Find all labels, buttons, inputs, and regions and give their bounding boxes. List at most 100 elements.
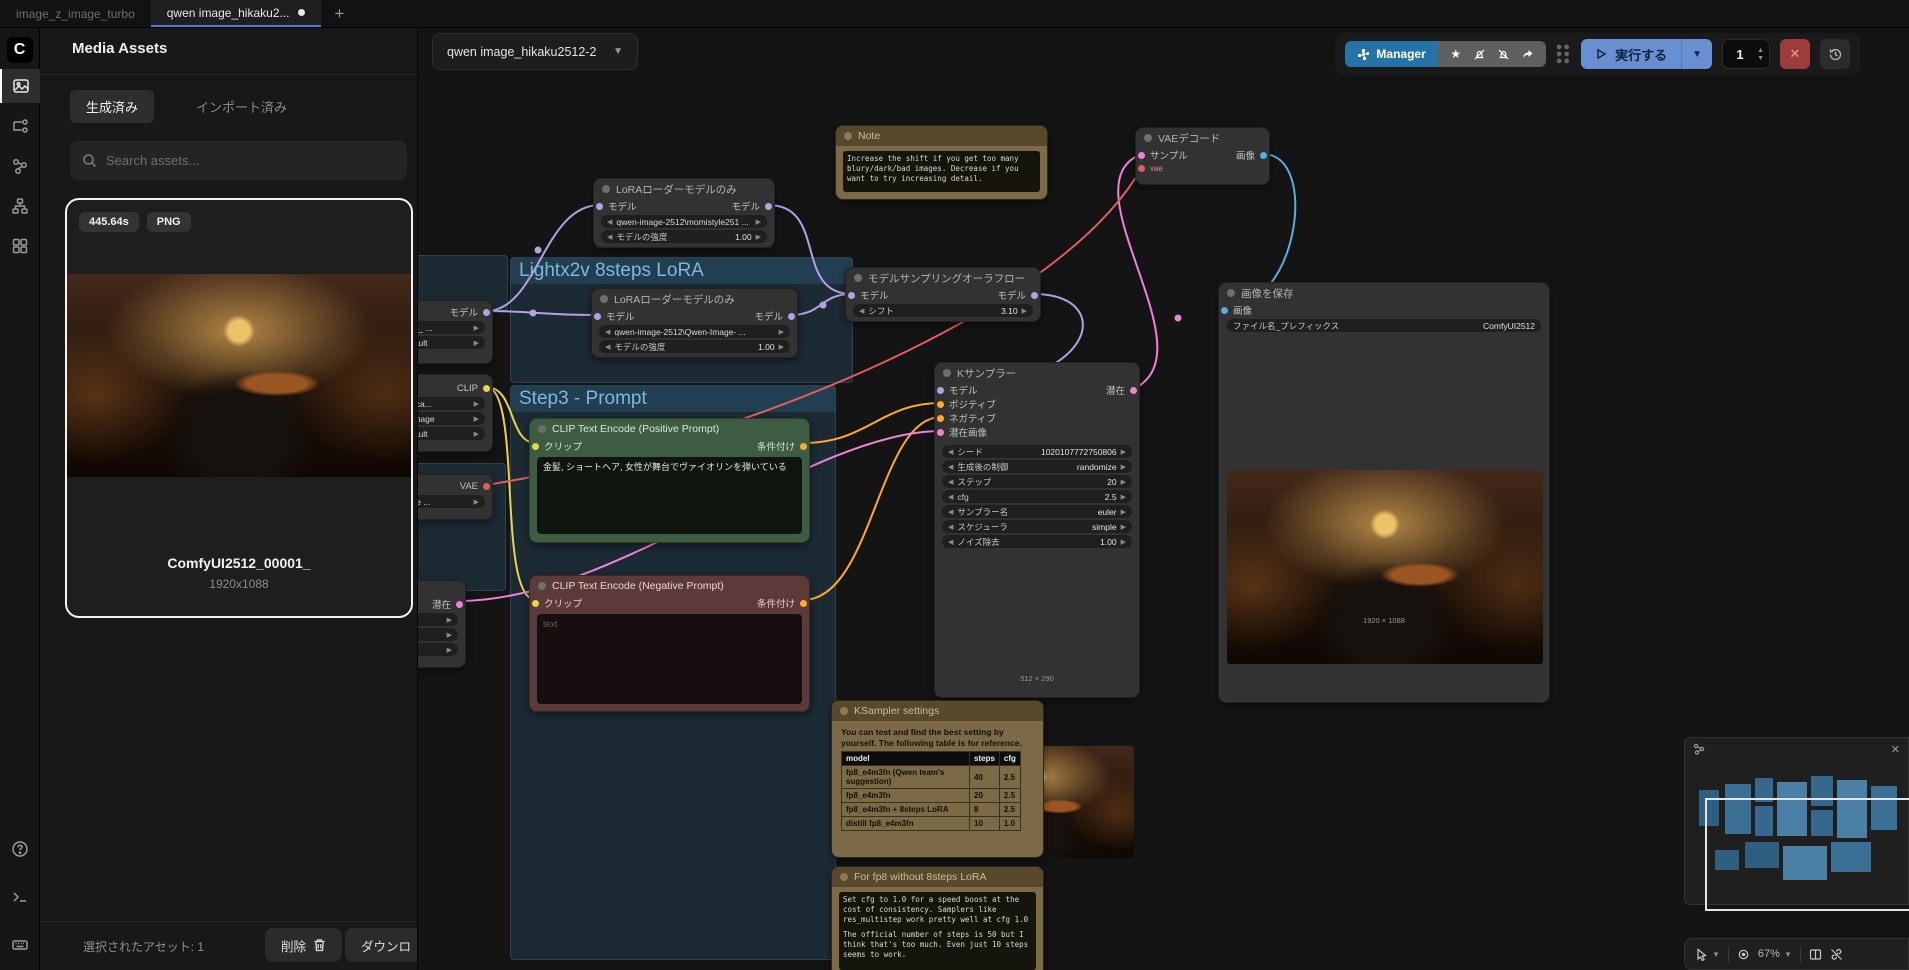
tab-imported[interactable]: インポート済み: [180, 90, 303, 123]
latent-out-dot[interactable]: [1130, 387, 1137, 394]
node-clip-text-encode-positive[interactable]: CLIP Text Encode (Positive Prompt) クリップ …: [529, 418, 810, 543]
rail-item-templates[interactable]: [0, 229, 40, 263]
arrow-right-icon[interactable]: ▶: [1121, 463, 1126, 471]
rail-item-media-assets[interactable]: [0, 69, 40, 103]
arrow-right-icon[interactable]: ▶: [474, 400, 479, 408]
conditioning-out-dot[interactable]: [800, 443, 807, 450]
arrow-left-icon[interactable]: ◀: [605, 328, 610, 336]
arrow-right-icon[interactable]: ▶: [1121, 493, 1126, 501]
collapse-dot[interactable]: [943, 369, 951, 377]
node-model-sampling-auraflow[interactable]: モデルサンプリングオーラフロー モデル モデル ◀シフト3.10▶: [845, 267, 1041, 322]
asset-card[interactable]: 445.64s PNG ComfyUI2512_00001_ 1920x1088: [65, 198, 413, 618]
arrow-left-icon[interactable]: ◀: [859, 307, 864, 315]
model-port-dot[interactable]: [483, 309, 490, 316]
widget-shift[interactable]: ◀シフト3.10▶: [853, 304, 1033, 317]
clip-port-dot[interactable]: [483, 385, 490, 392]
negative-in-dot[interactable]: [937, 415, 944, 422]
minimap-panel[interactable]: ✕: [1684, 737, 1909, 905]
node-fp8-note[interactable]: For fp8 without 8steps LoRA Set cfg to 1…: [831, 866, 1044, 970]
arrow-left-icon[interactable]: ◀: [948, 523, 953, 531]
arrow-right-icon[interactable]: ▶: [756, 218, 761, 226]
positive-prompt-text[interactable]: 金髪, ショートヘア, 女性が舞台でヴァイオリンを弾いている: [537, 457, 802, 534]
arrow-right-icon[interactable]: ▶: [1121, 508, 1126, 516]
collapse-dot[interactable]: [1144, 134, 1152, 142]
widget-cfg[interactable]: ◀cfg2.5▶: [942, 490, 1132, 503]
node-clip-text-encode-negative[interactable]: CLIP Text Encode (Negative Prompt) クリップ …: [529, 575, 810, 712]
search-input[interactable]: [106, 153, 395, 168]
positive-in-dot[interactable]: [937, 401, 944, 408]
model-in-dot[interactable]: [937, 387, 944, 394]
node-ksampler[interactable]: Kサンプラー モデル 潜在 ポジティブ ネガティブ 潜在画像 ◀シード10201…: [934, 362, 1140, 698]
node-note[interactable]: Note Increase the shift if you get too m…: [835, 125, 1048, 200]
arrow-right-icon[interactable]: ▶: [447, 646, 452, 654]
terminal-button[interactable]: [0, 880, 40, 914]
minimap-content[interactable]: [1685, 760, 1908, 904]
arrow-left-icon[interactable]: ◀: [605, 343, 610, 351]
node-canvas[interactable]: qwen image_hikaku2512-2 ▼ Manager ★: [418, 28, 1909, 970]
minimap-close-button[interactable]: ✕: [1891, 743, 1900, 756]
arrow-right-icon[interactable]: ▶: [779, 328, 784, 336]
widget-steps[interactable]: ◀ステップ20▶: [942, 475, 1132, 488]
model-in-dot[interactable]: [594, 313, 601, 320]
arrow-left-icon[interactable]: ◀: [948, 508, 953, 516]
arrow-right-icon[interactable]: ▶: [779, 343, 784, 351]
conditioning-out-dot[interactable]: [800, 600, 807, 607]
drag-handle-icon[interactable]: ●●●●●●: [1556, 45, 1571, 64]
vae-in-dot[interactable]: [1138, 165, 1145, 172]
model-out-dot[interactable]: [765, 203, 772, 210]
arrow-right-icon[interactable]: ▶: [474, 324, 479, 332]
delete-button[interactable]: 削除: [265, 928, 342, 962]
latent-port-dot[interactable]: [456, 601, 463, 608]
collapse-dot[interactable]: [840, 707, 848, 715]
widget-height[interactable]: 88▶: [418, 628, 458, 641]
model-out-dot[interactable]: [788, 313, 795, 320]
widget-lora-name[interactable]: ◀qwen-image-2512\Qwen-Image- ...▶: [599, 325, 790, 338]
run-button[interactable]: 実行する ▼: [1581, 39, 1712, 69]
star-button[interactable]: ★: [1446, 47, 1466, 61]
model-in-dot[interactable]: [596, 203, 603, 210]
node-lora-loader-2[interactable]: LoRAローダーモデルのみ モデル モデル ◀qwen-image-2512\Q…: [591, 288, 798, 358]
widget-lora-strength[interactable]: ◀モデルの強度1.00▶: [601, 230, 767, 243]
node-vae-decode[interactable]: VAEデコード サンプル 画像 vae: [1135, 127, 1270, 185]
shortcuts-button[interactable]: [0, 928, 40, 962]
stepper-arrows-icon[interactable]: ▲▼: [1757, 47, 1769, 62]
widget-type[interactable]: n_image▶: [418, 412, 485, 425]
widget-denoise[interactable]: ◀ノイズ除去1.00▶: [942, 535, 1132, 548]
select-tool-button[interactable]: ▼: [1695, 948, 1720, 961]
workflow-selector[interactable]: qwen image_hikaku2512-2 ▼: [432, 33, 638, 70]
arrow-right-icon[interactable]: ▶: [474, 430, 479, 438]
negative-prompt-input[interactable]: [537, 614, 802, 704]
collapse-dot[interactable]: [840, 873, 848, 881]
tab-generated[interactable]: 生成済み: [70, 90, 154, 123]
asset-search[interactable]: [70, 141, 407, 180]
node-lora-loader-1[interactable]: LoRAローダーモデルのみ モデル モデル ◀qwen-image-2512\m…: [593, 178, 775, 248]
widget-vae-name[interactable]: afete ...▶: [418, 495, 485, 508]
clip-in-dot[interactable]: [532, 600, 539, 607]
share-button[interactable]: [1518, 48, 1538, 61]
arrow-left-icon[interactable]: ◀: [948, 478, 953, 486]
widget-width[interactable]: 20▶: [418, 613, 458, 626]
zoom-level-control[interactable]: 67% ▼: [1758, 948, 1792, 960]
history-button[interactable]: [1820, 39, 1850, 69]
latent-image-in-dot[interactable]: [937, 429, 944, 436]
arrow-left-icon[interactable]: ◀: [948, 463, 953, 471]
help-button[interactable]: [0, 832, 40, 866]
mute-bell-button[interactable]: [1470, 48, 1490, 61]
save-preview-image[interactable]: [1227, 470, 1543, 664]
manager-button[interactable]: Manager: [1345, 41, 1437, 67]
new-tab-button[interactable]: +: [321, 0, 359, 27]
clip-in-dot[interactable]: [532, 443, 539, 450]
minimap-viewport[interactable]: [1705, 798, 1909, 911]
collapse-dot[interactable]: [538, 425, 546, 433]
arrow-left-icon[interactable]: ◀: [948, 538, 953, 546]
widget-clip-name[interactable]: 8_sca...▶: [418, 397, 485, 410]
arrow-right-icon[interactable]: ▶: [756, 233, 761, 241]
node-empty-latent-fragment[interactable]: 潜在 20▶ 88▶ 1▶: [418, 580, 466, 668]
widget-lora-strength[interactable]: ◀モデルの強度1.00▶: [599, 340, 790, 353]
widget-weight-dtype[interactable]: _fp8_ ...▶: [418, 321, 485, 334]
run-options-chevron[interactable]: ▼: [1682, 49, 1712, 60]
collapse-dot[interactable]: [602, 185, 610, 193]
widget-device[interactable]: default▶: [418, 336, 485, 349]
arrow-left-icon[interactable]: ◀: [948, 493, 953, 501]
tab-image-z-image-turbo[interactable]: image_z_image_turbo: [0, 0, 151, 27]
